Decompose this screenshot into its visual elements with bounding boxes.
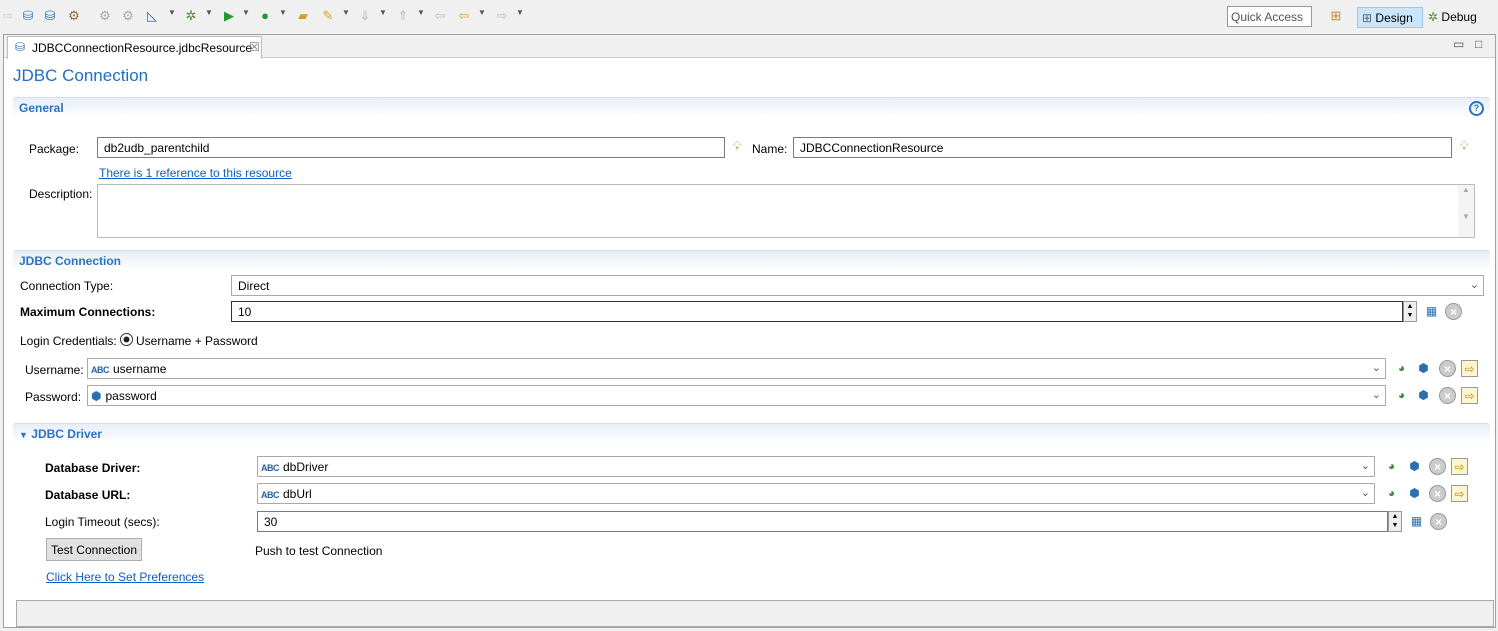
password-label: Password: xyxy=(25,390,82,404)
clear-icon[interactable]: × xyxy=(1429,485,1446,502)
pen-icon[interactable]: ✎ xyxy=(320,8,336,24)
global-var-icon[interactable]: ◕ xyxy=(1393,387,1410,404)
editor-panel: ⛁ JDBCConnectionResource.jdbcResource ☒ … xyxy=(3,34,1496,628)
abc-icon: ABC xyxy=(261,490,280,500)
preferences-link[interactable]: Click Here to Set Preferences xyxy=(46,570,204,584)
radio-label: Username + Password xyxy=(136,334,258,348)
collapse-triangle-icon: ▼ xyxy=(19,430,28,440)
edit-binding-icon[interactable]: ⇨ xyxy=(1451,485,1468,502)
back-icon[interactable]: ⇦ xyxy=(456,8,472,24)
module-property-icon[interactable]: ⬢ xyxy=(1406,485,1423,502)
table-icon[interactable]: ▦ xyxy=(1423,303,1440,320)
database-icon: ⛁ xyxy=(15,40,26,54)
maximize-icon[interactable]: □ xyxy=(1475,37,1482,51)
table-icon[interactable]: ▦ xyxy=(1408,513,1425,530)
package-label: Package: xyxy=(29,142,80,156)
gear-icon[interactable]: ⚙ xyxy=(97,8,113,24)
username-label: Username: xyxy=(25,363,84,377)
run-tools-icon[interactable]: ● xyxy=(257,8,273,24)
module-property-icon[interactable]: ⬢ xyxy=(1406,458,1423,475)
name-input[interactable]: JDBCConnectionResource xyxy=(793,137,1452,158)
perspective-design[interactable]: ⊞ Design xyxy=(1357,7,1423,28)
reference-link[interactable]: There is 1 reference to this resource xyxy=(99,166,292,180)
bottom-panel xyxy=(16,600,1494,627)
editor-tab-bar: ⛁ JDBCConnectionResource.jdbcResource ☒ … xyxy=(4,35,1495,59)
edit-binding-icon[interactable]: ⇨ xyxy=(1461,360,1478,377)
database-url-label: Database URL: xyxy=(45,488,131,502)
username-select[interactable]: ABC username ⌄ xyxy=(87,358,1386,379)
password-select[interactable]: ⬢ password ⌄ xyxy=(87,385,1386,406)
package-input[interactable]: db2udb_parentchild xyxy=(97,137,725,158)
close-icon[interactable]: ☒ xyxy=(249,40,260,54)
section-jdbc-driver-header[interactable]: ▼ JDBC Driver xyxy=(13,423,1490,444)
run-icon[interactable]: ▶ xyxy=(221,8,237,24)
login-timeout-stepper[interactable]: ▲ ▼ xyxy=(1388,511,1402,532)
clear-icon[interactable]: × xyxy=(1439,387,1456,404)
global-var-icon[interactable]: ◕ xyxy=(1393,360,1410,377)
chevron-down-icon: ⌄ xyxy=(1371,389,1381,401)
edit-binding-icon[interactable]: ⇨ xyxy=(1451,458,1468,475)
radio-username-password[interactable] xyxy=(120,333,133,346)
clear-icon[interactable]: × xyxy=(1429,458,1446,475)
max-connections-stepper[interactable]: ▲ ▼ xyxy=(1403,301,1417,322)
test-connection-button[interactable]: Test Connection xyxy=(46,538,142,561)
debug-icon[interactable]: ✲ xyxy=(183,8,199,24)
forward-icon[interactable]: ⇨ xyxy=(0,8,16,24)
login-timeout-input[interactable]: 30 xyxy=(257,511,1388,532)
clear-icon[interactable]: × xyxy=(1439,360,1456,377)
lightbulb-icon: 💡︎ xyxy=(1460,139,1469,153)
module-property-icon[interactable]: ⬢ xyxy=(1415,387,1432,404)
login-credentials-label: Login Credentials: xyxy=(20,334,117,348)
module-property-icon[interactable]: ⬢ xyxy=(1415,360,1432,377)
open-folder-icon[interactable]: ▰ xyxy=(295,8,311,24)
database-driver-label: Database Driver: xyxy=(45,461,141,475)
main-toolbar: ⇨ ⛁ ⛁ ⚙ ⚙ ⚙ ◺ ▼ ✲ ▼ ▶ ▼ ● ▼ ▰ ✎ ▼ ⇓ ▼ ⇑ ▼ ⇦ ⇦ ▼ … xyxy=(0,0,1498,33)
last-edit-icon[interactable]: ⇦ xyxy=(432,8,448,24)
design-icon: ⊞ xyxy=(1362,11,1373,25)
perspective-debug[interactable]: ✲ Debug xyxy=(1428,10,1477,24)
db-settings-icon[interactable]: ⛁ xyxy=(20,8,36,24)
edit-binding-icon[interactable]: ⇨ xyxy=(1461,387,1478,404)
global-var-icon[interactable]: ◕ xyxy=(1383,458,1400,475)
section-jdbc-connection-header: JDBC Connection xyxy=(13,250,1490,271)
abc-icon: ABC xyxy=(91,365,110,375)
open-perspective-icon[interactable]: ⊞ xyxy=(1328,8,1344,24)
max-connections-label: Maximum Connections: xyxy=(20,305,156,319)
database-url-select[interactable]: ABC dbUrl ⌄ xyxy=(257,483,1375,504)
bug-icon: ✲ xyxy=(1428,10,1439,24)
description-textarea[interactable]: ▲ ▼ xyxy=(97,184,1475,238)
lightbulb-icon: 💡︎ xyxy=(733,139,742,153)
package-settings-icon[interactable]: ⚙ xyxy=(66,8,82,24)
module-property-icon: ⬢ xyxy=(91,389,102,403)
global-var-icon[interactable]: ◕ xyxy=(1383,485,1400,502)
prev-annotation-icon[interactable]: ⇑ xyxy=(395,8,411,24)
test-hint: Push to test Connection xyxy=(255,544,383,558)
db-deploy-icon[interactable]: ⛁ xyxy=(42,8,58,24)
page-title: JDBC Connection xyxy=(13,66,149,85)
max-connections-input[interactable]: 10 xyxy=(231,301,1403,322)
ruler-icon[interactable]: ◺ xyxy=(144,8,160,24)
scrollbar[interactable]: ▲ ▼ xyxy=(1458,185,1474,237)
help-icon[interactable]: ? xyxy=(1469,101,1484,116)
clear-icon[interactable]: × xyxy=(1430,513,1447,530)
abc-icon: ABC xyxy=(261,463,280,473)
section-general-header: General ? xyxy=(13,97,1490,118)
next-annotation-icon[interactable]: ⇓ xyxy=(357,8,373,24)
connection-type-label: Connection Type: xyxy=(20,279,114,293)
gear-icon[interactable]: ⚙ xyxy=(120,8,136,24)
connection-type-select[interactable]: Direct ⌄ xyxy=(231,275,1484,296)
clear-icon[interactable]: × xyxy=(1445,303,1462,320)
chevron-down-icon: ⌄ xyxy=(1371,362,1381,374)
forward-nav-icon[interactable]: ⇨ xyxy=(494,8,510,24)
chevron-down-icon: ⌄ xyxy=(1360,487,1370,499)
login-timeout-label: Login Timeout (secs): xyxy=(45,515,160,529)
editor-tab[interactable]: ⛁ JDBCConnectionResource.jdbcResource ☒ xyxy=(7,36,262,59)
name-label: Name: xyxy=(752,142,788,156)
chevron-down-icon: ⌄ xyxy=(1360,460,1370,472)
quick-access-input[interactable]: Quick Access xyxy=(1227,6,1312,27)
description-label: Description: xyxy=(29,187,93,201)
minimize-icon[interactable]: ▭ xyxy=(1453,37,1464,51)
database-driver-select[interactable]: ABC dbDriver ⌄ xyxy=(257,456,1375,477)
chevron-down-icon: ⌄ xyxy=(1469,279,1479,291)
